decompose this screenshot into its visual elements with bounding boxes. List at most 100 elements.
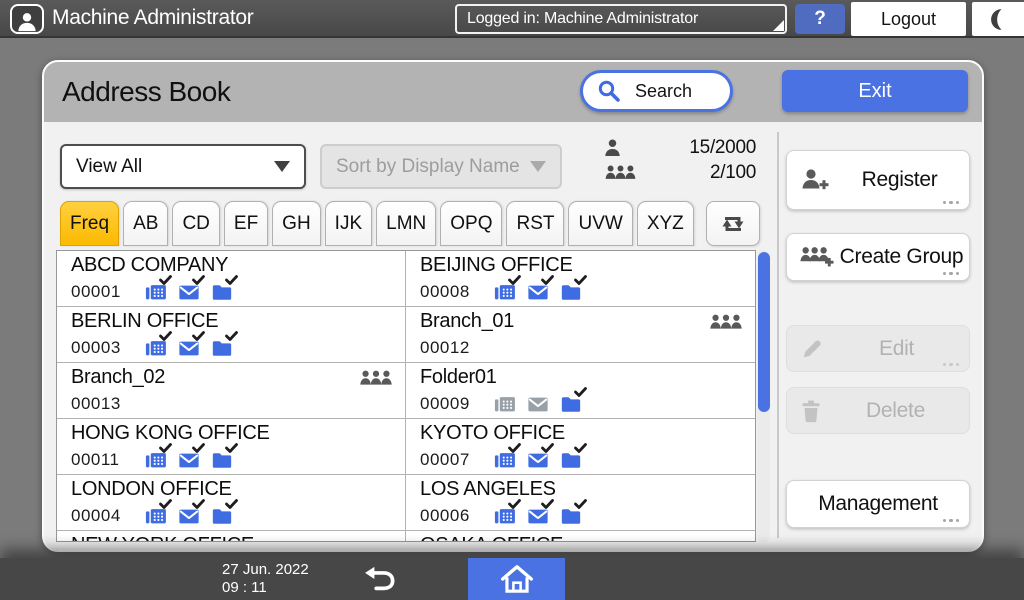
panel-title: Address Book: [62, 76, 231, 107]
register-button[interactable]: Register: [786, 150, 970, 210]
scrollbar-thumb[interactable]: [757, 252, 770, 412]
top-bar: Machine Administrator Logged in: Machine…: [0, 0, 1024, 38]
email-destination-icon: [177, 331, 205, 359]
entry-id: 00001: [71, 282, 121, 301]
tab-opq[interactable]: OPQ: [440, 201, 503, 246]
tab-switch-button[interactable]: [705, 201, 760, 246]
tab-lmn[interactable]: LMN: [376, 201, 437, 246]
view-filter-select[interactable]: View All: [60, 144, 306, 189]
email-destination-icon: [526, 443, 554, 471]
fax-destination-icon: [493, 499, 521, 527]
help-button[interactable]: ?: [795, 4, 845, 34]
group-icon: [604, 164, 637, 182]
dropdown-corner-icon: [773, 20, 784, 31]
address-entry[interactable]: LONDON OFFICE 00004: [57, 475, 406, 531]
exit-button[interactable]: Exit: [782, 70, 968, 112]
address-entry[interactable]: OSAKA OFFICE: [406, 531, 755, 541]
group-count: 2/100: [709, 161, 756, 183]
tab-ef[interactable]: EF: [223, 201, 269, 246]
trash-icon: [800, 399, 822, 423]
search-label: Search: [635, 80, 693, 101]
button-label: Delete: [866, 398, 925, 422]
login-status-dropdown[interactable]: Logged in: Machine Administrator: [455, 4, 787, 34]
tab-gh[interactable]: GH: [272, 201, 321, 246]
check-icon: [541, 499, 554, 510]
address-entry[interactable]: KYOTO OFFICE 00007: [406, 419, 755, 475]
tab-uvw[interactable]: UVW: [568, 201, 633, 246]
view-filter-value: View All: [76, 155, 143, 177]
back-button[interactable]: [358, 564, 402, 594]
folder-destination-icon: [559, 499, 587, 527]
fax-destination-icon: [144, 499, 172, 527]
address-entry[interactable]: BEIJING OFFICE 00008: [406, 251, 755, 307]
entry-id: 00008: [420, 282, 470, 301]
check-icon: [159, 499, 172, 510]
pencil-icon: [800, 337, 824, 361]
tab-xyz[interactable]: XYZ: [636, 201, 694, 246]
address-entry[interactable]: Folder01 00009: [406, 363, 755, 419]
button-label: Register: [861, 168, 938, 191]
entry-id: 00006: [420, 506, 470, 525]
home-button[interactable]: [468, 558, 565, 600]
fax-destination-icon: [493, 443, 521, 471]
registration-counts: 15/2000 2/100: [604, 136, 756, 186]
address-entry[interactable]: LOS ANGELES 00006: [406, 475, 755, 531]
search-button[interactable]: Search: [580, 70, 733, 112]
check-icon: [508, 275, 521, 286]
check-icon: [192, 331, 205, 342]
address-entry[interactable]: HONG KONG OFFICE 00011: [57, 419, 406, 475]
entry-id: 00007: [420, 450, 470, 469]
address-entry[interactable]: BERLIN OFFICE 00003: [57, 307, 406, 363]
logout-button[interactable]: Logout: [851, 2, 966, 36]
entry-name: Branch_01: [420, 310, 515, 332]
entry-name: Branch_02: [71, 366, 166, 388]
entry-id: 00003: [71, 338, 121, 357]
entry-id: 00012: [420, 338, 470, 357]
ellipsis-icon: [940, 271, 959, 275]
page-title: Machine Administrator: [52, 6, 254, 29]
folder-destination-icon: [559, 443, 587, 471]
person-badge-icon: [10, 4, 44, 34]
tab-rst[interactable]: RST: [506, 201, 565, 246]
management-button[interactable]: Management: [786, 480, 970, 528]
address-entry[interactable]: NEW YORK OFFICE: [57, 531, 406, 541]
check-icon: [508, 443, 521, 454]
energy-saver-button[interactable]: [972, 2, 1024, 36]
list-scrollbar[interactable]: [757, 250, 770, 542]
bottom-nav-bar: 27 Jun. 2022 09 : 11: [0, 558, 1024, 600]
address-entry[interactable]: ABCD COMPANY 00001: [57, 251, 406, 307]
check-icon: [159, 275, 172, 286]
entry-id: 00009: [420, 394, 470, 413]
entry-id: 00011: [71, 450, 120, 469]
fax-destination-icon: [493, 393, 517, 415]
sort-select-value: Sort by Display Name: [336, 155, 520, 177]
tab-freq[interactable]: Freq: [60, 201, 120, 246]
time-label: 09 : 11: [222, 579, 267, 596]
tab-ijk[interactable]: IJK: [324, 201, 373, 246]
person-add-icon: [800, 167, 830, 193]
entry-name: LOS ANGELES: [420, 478, 556, 500]
button-label: Management: [818, 492, 938, 515]
address-entry[interactable]: Branch_01 00012: [406, 307, 755, 363]
entry-name: ABCD COMPANY: [71, 254, 229, 276]
edit-button: Edit: [786, 325, 970, 372]
tab-cd[interactable]: CD: [172, 201, 220, 246]
folder-destination-icon: [210, 275, 238, 303]
fax-destination-icon: [144, 331, 172, 359]
create-group-button[interactable]: Create Group: [786, 233, 970, 281]
panel-header: Address Book Search Exit: [44, 62, 982, 122]
check-icon: [574, 499, 587, 510]
tab-ab[interactable]: AB: [123, 201, 169, 246]
entry-name: BEIJING OFFICE: [420, 254, 573, 276]
sort-select: Sort by Display Name: [320, 144, 562, 189]
ellipsis-icon: [940, 518, 959, 522]
folder-destination-icon: [210, 499, 238, 527]
check-icon: [225, 499, 238, 510]
address-entry[interactable]: Branch_02 00013: [57, 363, 406, 419]
check-icon: [192, 275, 205, 286]
ellipsis-icon: [940, 200, 959, 204]
folder-destination-icon: [559, 387, 587, 415]
check-icon: [508, 499, 521, 510]
folder-destination-icon: [210, 443, 238, 471]
fax-destination-icon: [144, 275, 172, 303]
